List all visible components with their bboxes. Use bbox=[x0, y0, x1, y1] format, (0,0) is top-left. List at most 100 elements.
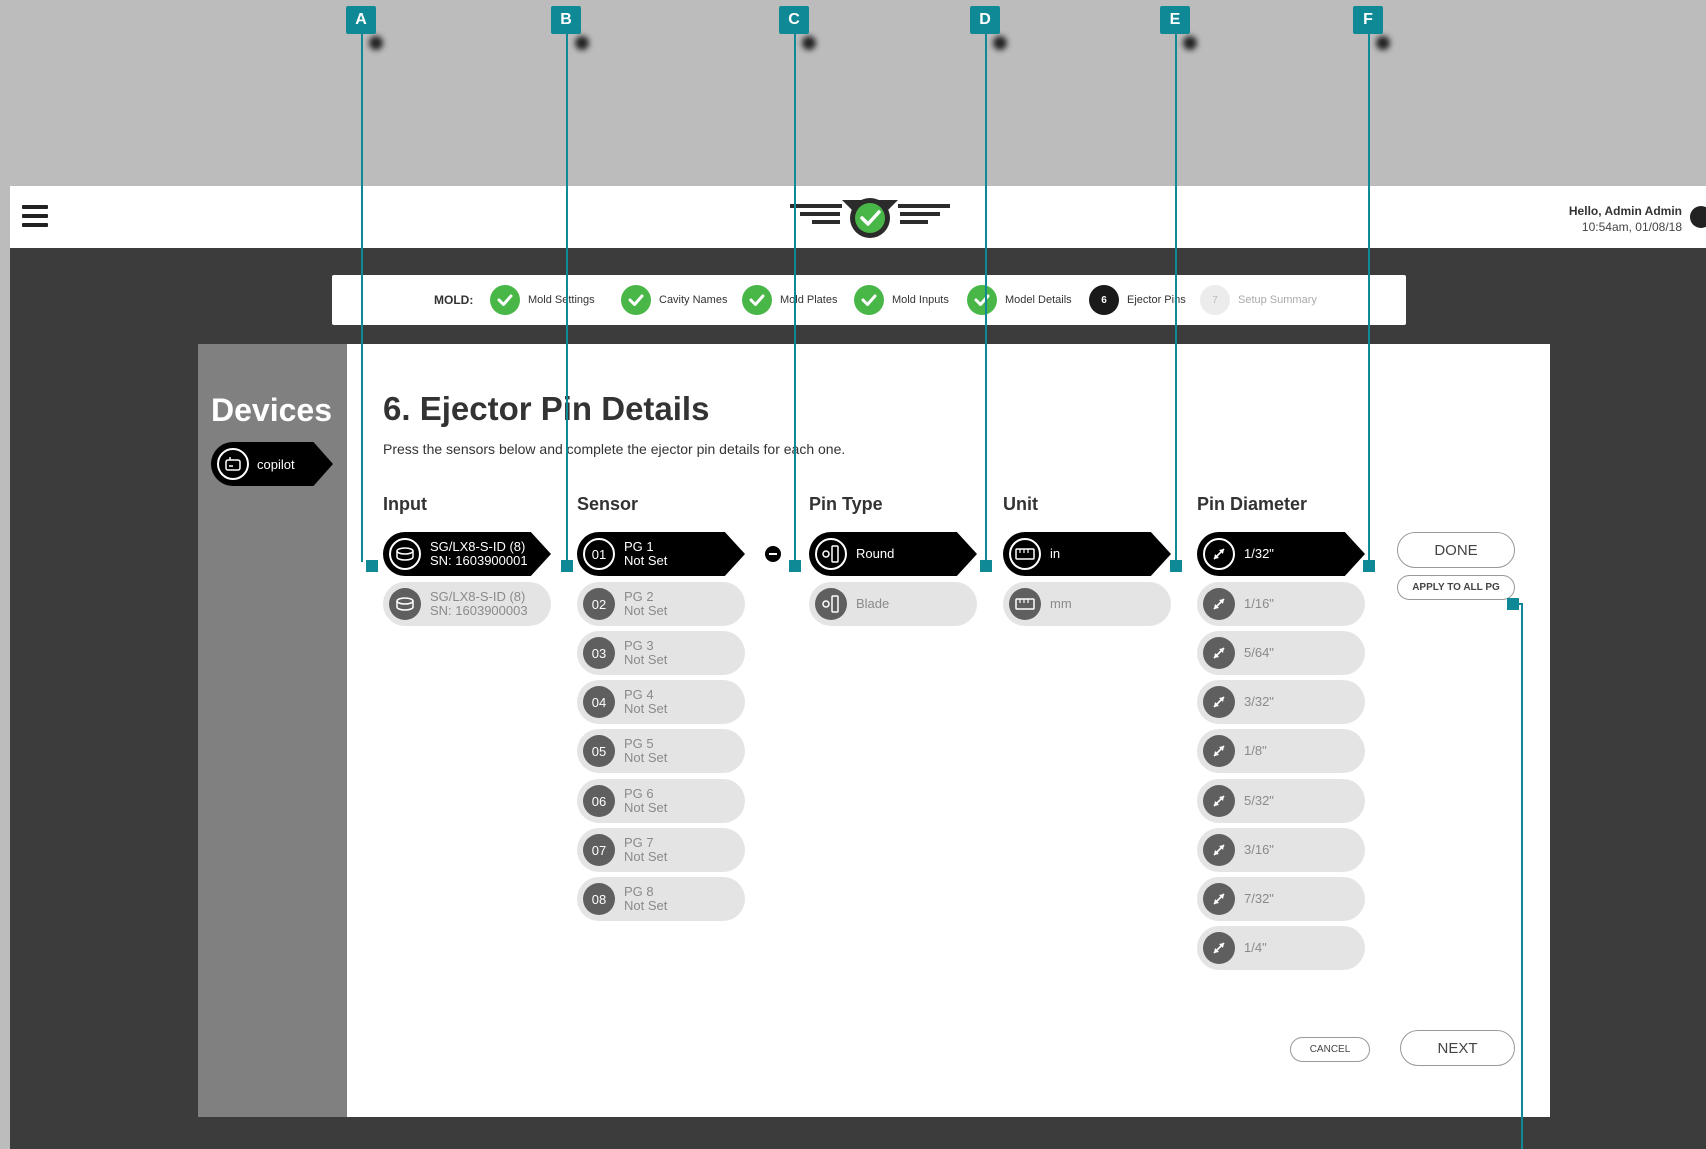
cancel-button[interactable]: CANCEL bbox=[1290, 1037, 1370, 1062]
column-header-pin-type: Pin Type bbox=[809, 494, 883, 514]
diameter-label: 5/32" bbox=[1244, 793, 1274, 808]
callout-anchor-b bbox=[561, 560, 573, 572]
pin-type-blade[interactable]: Blade bbox=[809, 582, 977, 626]
menu-icon[interactable] bbox=[22, 205, 48, 227]
remove-sensor-icon[interactable] bbox=[765, 546, 781, 562]
callout-anchor-apply bbox=[1507, 598, 1519, 610]
ruler-icon bbox=[1009, 538, 1041, 570]
check-icon bbox=[854, 285, 884, 315]
diameter-icon bbox=[1203, 735, 1235, 767]
step-label: Mold Settings bbox=[528, 294, 595, 306]
stepper-prefix: MOLD: bbox=[434, 293, 474, 307]
sensor-status: Not Set bbox=[624, 750, 668, 765]
diameter-label: 3/32" bbox=[1244, 694, 1274, 709]
unit-inch[interactable]: in bbox=[1003, 532, 1171, 576]
callout-d: D bbox=[970, 6, 1000, 34]
disc-icon bbox=[389, 588, 421, 620]
user-account-icon[interactable] bbox=[1690, 206, 1706, 228]
sensor-item[interactable]: 06 PG 6 Not Set bbox=[577, 779, 745, 823]
greeting-text: Hello, Admin Admin bbox=[1568, 204, 1682, 218]
diameter-icon bbox=[1203, 538, 1235, 570]
callout-shadow bbox=[575, 36, 589, 50]
pin-type-label: Blade bbox=[856, 596, 890, 611]
sensor-number: 05 bbox=[583, 735, 615, 767]
step-ejector-pins[interactable]: 6 Ejector Pins bbox=[1089, 285, 1186, 315]
datetime-text: 10:54am, 01/08/18 bbox=[1581, 220, 1682, 234]
sensor-name: PG 5 bbox=[624, 736, 654, 751]
callout-line-a bbox=[361, 32, 363, 562]
step-model-details[interactable]: Model Details bbox=[967, 285, 1072, 315]
device-item-copilot[interactable]: copilot bbox=[211, 442, 333, 486]
sensor-item[interactable]: 08 PG 8 Not Set bbox=[577, 877, 745, 921]
unit-mm[interactable]: mm bbox=[1003, 582, 1171, 626]
input-item[interactable]: SG/LX8-S-ID (8) SN: 1603900003 bbox=[383, 582, 551, 626]
step-number: 7 bbox=[1200, 285, 1230, 315]
callout-c: C bbox=[779, 6, 809, 34]
device-icon bbox=[217, 448, 249, 480]
diameter-item[interactable]: 1/16" bbox=[1197, 582, 1365, 626]
diameter-icon bbox=[1203, 932, 1235, 964]
sensor-number: 08 bbox=[583, 883, 615, 915]
step-mold-inputs[interactable]: Mold Inputs bbox=[854, 285, 949, 315]
done-button[interactable]: DONE bbox=[1397, 532, 1515, 568]
diameter-item[interactable]: 1/8" bbox=[1197, 729, 1365, 773]
column-header-input: Input bbox=[383, 494, 427, 514]
sensor-item[interactable]: 01 PG 1 Not Set bbox=[577, 532, 745, 576]
app-logo bbox=[790, 198, 950, 238]
step-mold-plates[interactable]: Mold Plates bbox=[742, 285, 837, 315]
step-label: Mold Inputs bbox=[892, 294, 949, 306]
callout-line-b bbox=[566, 32, 568, 562]
step-label: Cavity Names bbox=[659, 294, 728, 306]
pin-type-round[interactable]: Round bbox=[809, 532, 977, 576]
callout-b: B bbox=[551, 6, 581, 34]
input-model: SG/LX8-S-ID (8) bbox=[430, 539, 526, 554]
column-header-unit: Unit bbox=[1003, 494, 1038, 514]
step-number: 6 bbox=[1089, 285, 1119, 315]
callout-shadow bbox=[1376, 36, 1390, 50]
sensor-item[interactable]: 02 PG 2 Not Set bbox=[577, 582, 745, 626]
sensor-name: PG 4 bbox=[624, 687, 654, 702]
sensor-number: 07 bbox=[583, 834, 615, 866]
diameter-item[interactable]: 1/4" bbox=[1197, 926, 1365, 970]
diameter-item[interactable]: 3/32" bbox=[1197, 680, 1365, 724]
sensor-item[interactable]: 04 PG 4 Not Set bbox=[577, 680, 745, 724]
step-setup-summary[interactable]: 7 Setup Summary bbox=[1200, 285, 1317, 315]
diameter-icon bbox=[1203, 686, 1235, 718]
callout-anchor-a bbox=[366, 560, 378, 572]
diameter-label: 1/8" bbox=[1244, 743, 1267, 758]
callout-line-e bbox=[1175, 32, 1177, 562]
input-serial: SN: 1603900001 bbox=[430, 553, 528, 568]
user-greeting: Hello, Admin Admin 10:54am, 01/08/18 bbox=[1569, 204, 1682, 234]
device-label: copilot bbox=[257, 456, 295, 472]
pin-type-icon bbox=[815, 538, 847, 570]
diameter-item[interactable]: 7/32" bbox=[1197, 877, 1365, 921]
sensor-number: 01 bbox=[583, 538, 615, 570]
diameter-label: 1/32" bbox=[1244, 546, 1274, 561]
callout-anchor-c bbox=[789, 560, 801, 572]
sensor-item[interactable]: 05 PG 5 Not Set bbox=[577, 729, 745, 773]
devices-sidebar: Devices copilot bbox=[198, 344, 347, 1117]
callout-anchor-d bbox=[980, 560, 992, 572]
sensor-name: PG 1 bbox=[624, 539, 654, 554]
diameter-item[interactable]: 1/32" bbox=[1197, 532, 1365, 576]
sensor-item[interactable]: 03 PG 3 Not Set bbox=[577, 631, 745, 675]
callout-shadow bbox=[369, 36, 383, 50]
input-model: SG/LX8-S-ID (8) bbox=[430, 589, 526, 604]
callout-line-apply bbox=[1521, 604, 1523, 1149]
input-item[interactable]: SG/LX8-S-ID (8) SN: 1603900001 bbox=[383, 532, 551, 576]
sensor-status: Not Set bbox=[624, 603, 668, 618]
setup-stepper: MOLD: Mold Settings Cavity Names Mold Pl… bbox=[332, 275, 1406, 325]
step-mold-settings[interactable]: Mold Settings bbox=[490, 285, 595, 315]
sensor-item[interactable]: 07 PG 7 Not Set bbox=[577, 828, 745, 872]
callout-line-d bbox=[985, 32, 987, 562]
next-button[interactable]: NEXT bbox=[1400, 1030, 1515, 1066]
pin-type-icon bbox=[815, 588, 847, 620]
diameter-item[interactable]: 5/64" bbox=[1197, 631, 1365, 675]
diameter-item[interactable]: 3/16" bbox=[1197, 828, 1365, 872]
sensor-status: Not Set bbox=[624, 701, 668, 716]
callout-anchor-f bbox=[1363, 560, 1375, 572]
step-cavity-names[interactable]: Cavity Names bbox=[621, 285, 727, 315]
apply-to-all-button[interactable]: APPLY TO ALL PG bbox=[1397, 575, 1515, 600]
check-icon bbox=[967, 285, 997, 315]
diameter-item[interactable]: 5/32" bbox=[1197, 779, 1365, 823]
